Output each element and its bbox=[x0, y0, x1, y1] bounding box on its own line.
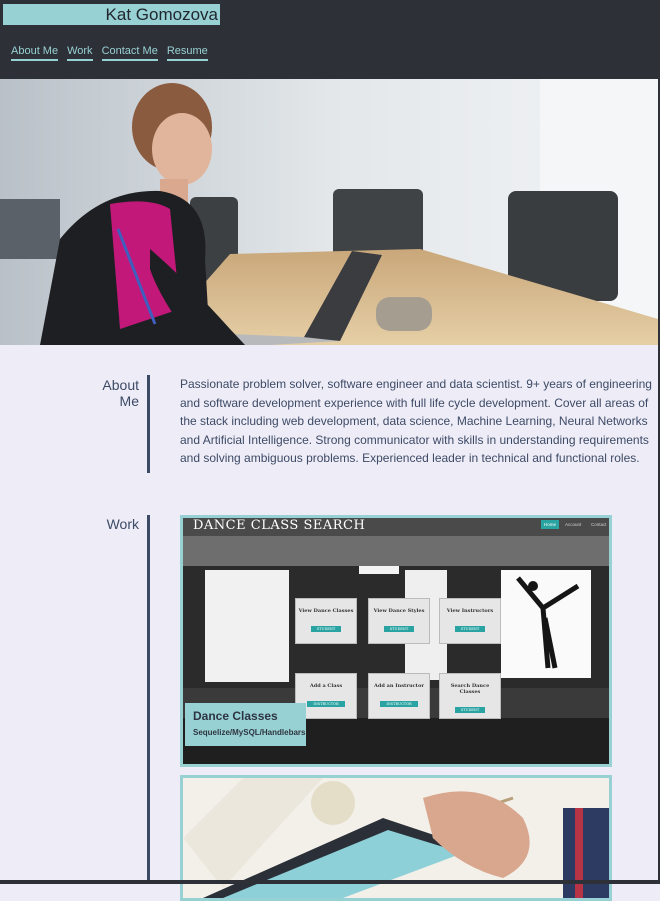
about-text: Passionate problem solver, software engi… bbox=[180, 377, 652, 465]
nav-about-me[interactable]: About Me bbox=[11, 45, 59, 61]
bottom-edge bbox=[0, 880, 660, 884]
screenshot-tile: Search Dance Classes STUDENT bbox=[439, 673, 501, 719]
nav-contact-me[interactable]: Contact Me bbox=[101, 45, 158, 61]
screenshot-nav-contact: Contact bbox=[591, 522, 607, 527]
hero-photo bbox=[0, 79, 658, 345]
project-card-dance-classes[interactable]: DANCE CLASS SEARCH Home Account Contact … bbox=[180, 515, 612, 767]
main-nav: About Me Work Contact Me Resume bbox=[11, 45, 208, 61]
screenshot-tile: View Instructors STUDENT bbox=[439, 598, 501, 644]
screenshot-tile: View Dance Classes STUDENT bbox=[295, 598, 357, 644]
project-tech: Sequelize/MySQL/Handlebars bbox=[193, 728, 306, 737]
work-heading: Work bbox=[106, 516, 139, 532]
site-title[interactable]: Kat Gomozova bbox=[3, 4, 220, 25]
screenshot-nav-home: Home bbox=[541, 520, 560, 529]
work-divider bbox=[147, 515, 150, 884]
screenshot-tile: Add an Instructor INSTRUCTOR bbox=[368, 673, 430, 719]
screenshot-tile: View Dance Styles STUDENT bbox=[368, 598, 430, 644]
site-header: Kat Gomozova About Me Work Contact Me Re… bbox=[0, 0, 660, 79]
project-title: Dance Classes bbox=[193, 709, 278, 723]
about-divider bbox=[147, 375, 150, 473]
screenshot-nav-account: Account bbox=[565, 522, 582, 527]
nav-work[interactable]: Work bbox=[67, 45, 93, 61]
project-caption[interactable]: Dance Classes Sequelize/MySQL/Handlebars bbox=[185, 703, 306, 746]
screenshot-title: DANCE CLASS SEARCH bbox=[193, 518, 366, 533]
about-heading: About Me bbox=[102, 377, 139, 409]
nav-resume[interactable]: Resume bbox=[166, 45, 208, 61]
